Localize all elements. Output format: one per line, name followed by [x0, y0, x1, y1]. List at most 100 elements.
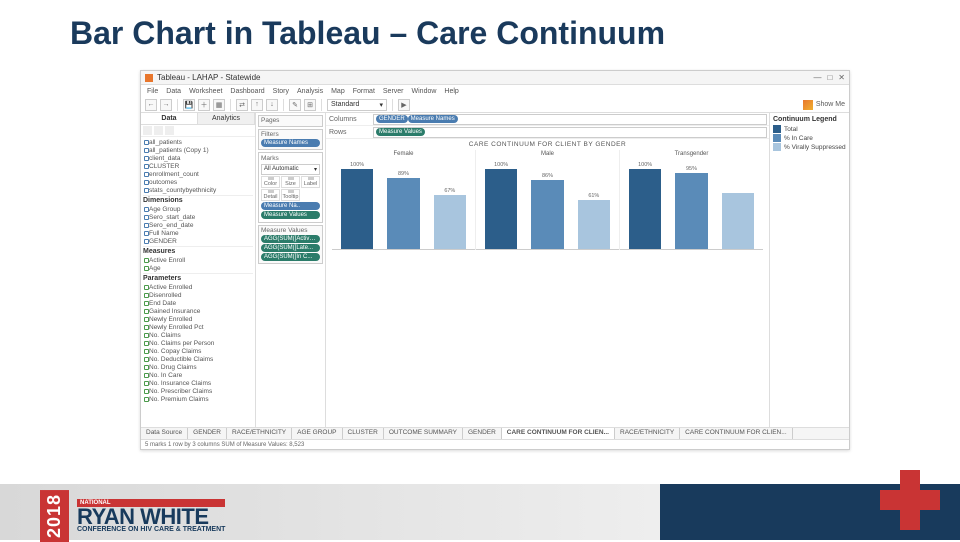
back-button[interactable]: ←	[145, 99, 157, 111]
mv-pill[interactable]: AGG(SUM([In C...	[261, 253, 320, 261]
ds-item[interactable]: client_data	[143, 154, 253, 162]
marks-color[interactable]: Color	[261, 176, 280, 188]
sheet-tab[interactable]: RACE/ETHNICITY	[227, 428, 292, 439]
mark-pill[interactable]: Measure Values	[261, 211, 320, 219]
sort-asc-button[interactable]: ↑	[251, 99, 263, 111]
marks-tooltip[interactable]: Tooltip	[281, 189, 300, 201]
dim-item[interactable]: Age Group	[143, 205, 253, 213]
param-item[interactable]: No. Claims	[143, 331, 253, 339]
sheet-tab[interactable]: RACE/ETHNICITY	[615, 428, 680, 439]
menu-file[interactable]: File	[147, 88, 158, 95]
fit-dropdown[interactable]: Standard ▾	[327, 99, 387, 111]
bar[interactable]	[531, 180, 563, 249]
menu-dashboard[interactable]: Dashboard	[230, 88, 264, 95]
menu-data[interactable]: Data	[166, 88, 181, 95]
close-icon[interactable]: ✕	[838, 73, 845, 82]
forward-button[interactable]: →	[160, 99, 172, 111]
menu-analysis[interactable]: Analysis	[297, 88, 323, 95]
param-item[interactable]: No. Drug Claims	[143, 363, 253, 371]
menu-format[interactable]: Format	[353, 88, 375, 95]
new-worksheet-button[interactable]: ▦	[213, 99, 225, 111]
param-item[interactable]: Active Enrolled	[143, 283, 253, 291]
bar[interactable]	[341, 169, 373, 249]
legend-item[interactable]: Total	[773, 125, 846, 133]
filter-pill[interactable]: Measure Names	[261, 139, 320, 147]
marks-type-dropdown[interactable]: All Automatic ▾	[261, 164, 320, 175]
bar[interactable]	[629, 169, 661, 249]
ds-item[interactable]: enrollment_count	[143, 170, 253, 178]
rows-shelf[interactable]: Measure Values	[373, 127, 767, 138]
param-item[interactable]: No. Deductible Claims	[143, 355, 253, 363]
param-item[interactable]: No. In Care	[143, 371, 253, 379]
sort-desc-button[interactable]: ↓	[266, 99, 278, 111]
pages-shelf[interactable]: Pages	[258, 115, 323, 127]
sheet-tab[interactable]: GENDER	[188, 428, 227, 439]
col-pill[interactable]: Measure Names	[408, 115, 458, 123]
tab-analytics[interactable]: Analytics	[198, 113, 255, 124]
filters-shelf[interactable]: Filters Measure Names	[258, 129, 323, 150]
menu-worksheet[interactable]: Worksheet	[189, 88, 222, 95]
highlight-button[interactable]: ✎	[289, 99, 301, 111]
new-datasource-button[interactable]: ＋	[198, 99, 210, 111]
measure-item[interactable]: Active Enroll	[143, 256, 253, 264]
bar[interactable]	[675, 173, 707, 249]
tab-data[interactable]: Data	[141, 113, 198, 124]
search-icon[interactable]	[165, 126, 174, 135]
connect-icon[interactable]	[143, 126, 152, 135]
bar[interactable]	[722, 193, 754, 249]
sheet-tab[interactable]: OUTCOME SUMMARY	[384, 428, 463, 439]
sheet-tab[interactable]: Data Source	[141, 428, 188, 439]
legend-item[interactable]: % In Care	[773, 134, 846, 142]
menu-server[interactable]: Server	[383, 88, 404, 95]
save-button[interactable]: 💾	[183, 99, 195, 111]
mv-pill[interactable]: AGG(SUM([Active E...	[261, 235, 320, 243]
mv-pill[interactable]: AGG(SUM([Late...	[261, 244, 320, 252]
marks-size[interactable]: Size	[281, 176, 300, 188]
param-item[interactable]: Disenrolled	[143, 291, 253, 299]
col-pill[interactable]: GENDER	[376, 115, 408, 123]
marks-label[interactable]: Label	[301, 176, 320, 188]
group-button[interactable]: ⊞	[304, 99, 316, 111]
dim-item[interactable]: GENDER	[143, 237, 253, 245]
menu-window[interactable]: Window	[412, 88, 437, 95]
measure-values-shelf[interactable]: Measure Values AGG(SUM([Active E... AGG(…	[258, 225, 323, 264]
param-item[interactable]: No. Copay Claims	[143, 347, 253, 355]
ds-item[interactable]: stats_countybyethnicity	[143, 186, 253, 194]
maximize-icon[interactable]: □	[827, 73, 832, 82]
param-item[interactable]: No. Prescriber Claims	[143, 387, 253, 395]
row-pill[interactable]: Measure Values	[376, 128, 425, 136]
param-item[interactable]: No. Insurance Claims	[143, 379, 253, 387]
minimize-icon[interactable]: —	[813, 73, 821, 82]
sheet-tab[interactable]: CLUSTER	[343, 428, 384, 439]
menu-map[interactable]: Map	[331, 88, 345, 95]
param-item[interactable]: No. Premium Claims	[143, 395, 253, 403]
ds-item[interactable]: outcomes	[143, 178, 253, 186]
menu-story[interactable]: Story	[273, 88, 289, 95]
param-item[interactable]: Newly Enrolled	[143, 315, 253, 323]
dim-item[interactable]: Full Name	[143, 229, 253, 237]
menu-help[interactable]: Help	[444, 88, 458, 95]
param-item[interactable]: No. Claims per Person	[143, 339, 253, 347]
dim-item[interactable]: Sero_start_date	[143, 213, 253, 221]
ds-item[interactable]: CLUSTER	[143, 162, 253, 170]
presentation-button[interactable]: ▶	[398, 99, 410, 111]
columns-shelf[interactable]: GENDER Measure Names	[373, 114, 767, 125]
param-item[interactable]: End Date	[143, 299, 253, 307]
bar[interactable]	[434, 195, 466, 249]
showme-button[interactable]: Show Me	[803, 100, 845, 110]
view-icon[interactable]	[154, 126, 163, 135]
legend-item[interactable]: % Virally Suppressed	[773, 143, 846, 151]
mark-pill[interactable]: Measure Na..	[261, 202, 320, 210]
sheet-tab[interactable]: AGE GROUP	[292, 428, 342, 439]
param-item[interactable]: Newly Enrolled Pct	[143, 323, 253, 331]
measure-item[interactable]: Age	[143, 264, 253, 272]
dim-item[interactable]: Sero_end_date	[143, 221, 253, 229]
bar[interactable]	[578, 200, 610, 249]
sheet-tab[interactable]: CARE CONTINUUM FOR CLIEN...	[502, 428, 615, 439]
bar[interactable]	[387, 178, 419, 249]
marks-detail[interactable]: Detail	[261, 189, 280, 201]
ds-item[interactable]: all_patients (Copy 1)	[143, 146, 253, 154]
ds-item[interactable]: all_patients	[143, 138, 253, 146]
bar[interactable]	[485, 169, 517, 249]
param-item[interactable]: Gained Insurance	[143, 307, 253, 315]
